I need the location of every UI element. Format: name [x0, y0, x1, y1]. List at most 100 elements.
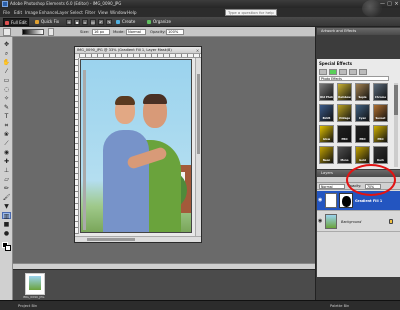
cookie-cutter-tool-icon[interactable]: ❀ [2, 131, 11, 138]
pencil-tool-icon[interactable]: ✏ [2, 185, 11, 192]
undo-icon[interactable]: ↶ [98, 19, 104, 25]
effect-thumbnail[interactable]: Glow [319, 125, 334, 143]
effect-label: Sunset [375, 117, 386, 120]
lasso-tool-icon[interactable]: ◌ [2, 86, 11, 93]
maximize-button[interactable]: □ [386, 1, 393, 7]
menu-file[interactable]: File [3, 8, 10, 17]
effects-category-select[interactable]: Photo Effects [319, 76, 389, 81]
marquee-tool-icon[interactable]: ▭ [2, 77, 11, 84]
project-bin-label[interactable]: Project Bin [18, 301, 37, 310]
spot-healing-tool-icon[interactable]: ✚ [2, 158, 11, 165]
effect-thumbnail[interactable]: Chrome [373, 83, 388, 101]
print-icon[interactable]: ▤ [90, 19, 96, 25]
eyedropper-tool-icon[interactable]: ⁄ [2, 68, 11, 75]
photo-boy [103, 130, 149, 232]
effects-tab[interactable] [329, 69, 337, 75]
create-button[interactable]: Create [115, 18, 139, 26]
vertical-scroll-thumb[interactable] [197, 74, 200, 154]
effect-thumbnail[interactable]: Rainbow [337, 83, 352, 101]
vertical-scrollbar[interactable] [195, 58, 201, 236]
menu-view[interactable]: View [98, 8, 108, 17]
palette-bin: Artwork and Effects Special Effects Phot… [315, 27, 400, 300]
effect-thumbnail[interactable]: Mono [337, 146, 352, 164]
effects-scrollbar[interactable] [394, 83, 398, 167]
visibility-eye-icon[interactable]: ◉ [318, 198, 323, 203]
size-label: Size: [80, 29, 90, 34]
filters-tab[interactable] [339, 69, 347, 75]
straighten-tool-icon[interactable]: ⟋ [2, 140, 11, 147]
magic-wand-tool-icon[interactable]: ✧ [2, 95, 11, 102]
menu-enhance[interactable]: Enhance [39, 8, 57, 17]
close-button[interactable]: × [393, 1, 400, 7]
help-search-input[interactable]: Type a question for help [225, 9, 277, 16]
palette-bin-label[interactable]: Palette Bin [330, 301, 349, 310]
effect-thumbnail[interactable]: BLUR [319, 104, 334, 122]
menu-select[interactable]: Select [70, 8, 83, 17]
effect-thumbnail[interactable]: Dark [373, 146, 388, 164]
bin-thumbnail[interactable] [25, 273, 45, 295]
effect-thumbnail[interactable]: PRO [337, 125, 352, 143]
effects-scroll-thumb[interactable] [394, 85, 398, 115]
hand-tool-icon[interactable]: ✋ [2, 59, 11, 66]
effect-thumbnail[interactable]: PRO [355, 125, 370, 143]
paint-bucket-tool-icon[interactable]: ▼ [2, 203, 11, 210]
save-icon[interactable]: ▫ [82, 19, 88, 25]
menu-edit[interactable]: Edit [14, 8, 22, 17]
gradient-tool-button[interactable]: ▥ [2, 212, 11, 220]
menu-layer[interactable]: Layer [57, 8, 69, 17]
gradient-picker[interactable] [22, 29, 44, 35]
layer-row-background[interactable]: ◉ Background [317, 212, 400, 232]
type-tool-icon[interactable]: T [2, 113, 11, 120]
effect-thumbnail[interactable]: Sunset [373, 104, 388, 122]
red-eye-tool-icon[interactable]: ◉ [2, 149, 11, 156]
effect-thumbnail[interactable]: Sepia [355, 83, 370, 101]
redo-icon[interactable]: ↷ [106, 19, 112, 25]
effect-label: PRO [341, 138, 348, 141]
artwork-effects-header[interactable]: Artwork and Effects [317, 28, 400, 35]
brush-tool-icon[interactable]: 🖌 [2, 194, 11, 201]
horizontal-scroll-thumb[interactable] [87, 238, 135, 241]
shape-tool-icon[interactable]: ■ [2, 221, 11, 228]
open-folder-icon[interactable]: ▪ [74, 19, 80, 25]
effect-thumbnail[interactable]: Neon [319, 146, 334, 164]
blend-mode-select[interactable]: Normal [319, 184, 345, 189]
layer-mask-thumbnail[interactable] [339, 193, 353, 208]
clone-stamp-tool-icon[interactable]: ⊥ [2, 167, 11, 174]
blur-tool-icon[interactable]: ● [2, 230, 11, 237]
effect-thumbnail[interactable]: PRO [373, 125, 388, 143]
opacity-field[interactable]: 100% [166, 29, 184, 35]
menu-filter[interactable]: Filter [85, 8, 95, 17]
effect-thumbnail[interactable]: Gold [355, 146, 370, 164]
menu-window[interactable]: Window [110, 8, 127, 17]
mode-label: Mode: [113, 29, 125, 34]
styles-tab[interactable] [349, 69, 357, 75]
menu-image[interactable]: Image [25, 8, 38, 17]
zoom-tool-icon[interactable]: ⌕ [2, 50, 11, 57]
horizontal-scrollbar[interactable] [75, 236, 201, 242]
selection-brush-tool-icon[interactable]: ✎ [2, 104, 11, 111]
effect-thumbnail[interactable]: Old Photo [319, 83, 334, 101]
organize-button[interactable]: Organize [146, 18, 176, 26]
mode-select[interactable]: Normal [126, 29, 146, 35]
photoshop-elements-window: Adobe Photoshop Elements 6.0 (Editor) - … [0, 0, 400, 310]
effect-label: Sepia [358, 96, 367, 99]
menu-help[interactable]: Help [127, 8, 137, 17]
quick-fix-button[interactable]: Quick Fix [34, 18, 60, 26]
full-edit-button[interactable]: Full Edit [3, 18, 29, 26]
background-color[interactable] [5, 245, 11, 251]
move-tool-icon[interactable]: ✥ [2, 41, 11, 48]
document-close-icon[interactable]: × [195, 48, 200, 53]
visibility-eye-icon[interactable]: ◉ [318, 219, 323, 224]
text-tab[interactable] [359, 69, 367, 75]
size-field[interactable]: 16 px [92, 29, 110, 35]
crop-tool-icon[interactable]: ⌗ [2, 122, 11, 129]
edit-gradient-button[interactable] [48, 28, 54, 36]
photo-canvas[interactable] [80, 59, 192, 233]
effect-thumbnail[interactable]: Cyan [355, 104, 370, 122]
project-bin: IMG_0090_JPG [13, 269, 315, 300]
window-title: Adobe Photoshop Elements 6.0 (Editor) - … [10, 1, 122, 6]
artwork-tab[interactable] [319, 69, 327, 75]
eraser-tool-icon[interactable]: ▱ [2, 176, 11, 183]
effect-thumbnail[interactable]: Vintage [337, 104, 352, 122]
new-file-icon[interactable]: + [66, 19, 72, 25]
